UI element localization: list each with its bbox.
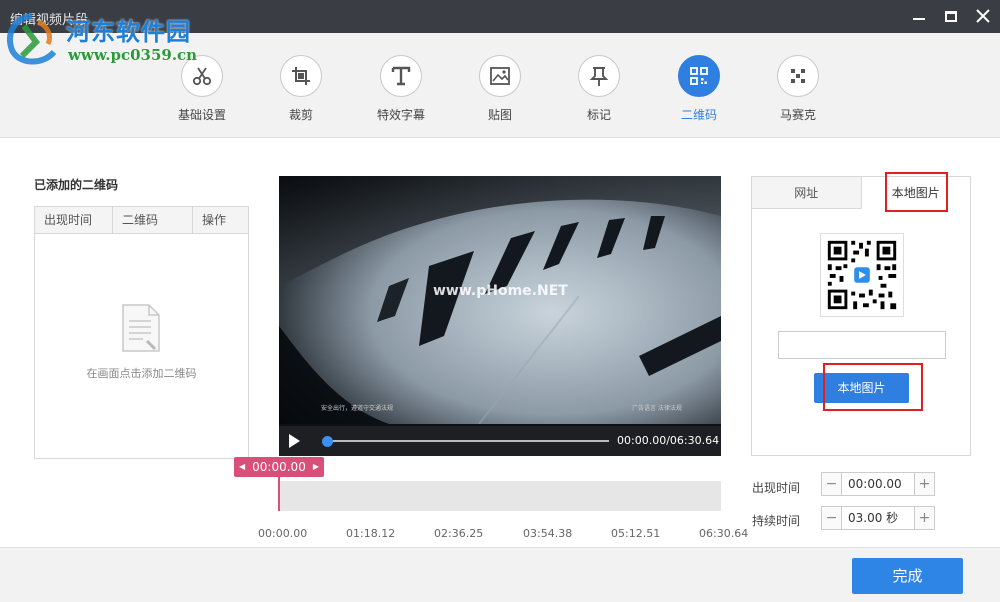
tool-marker[interactable]: 标记 <box>559 55 639 135</box>
column-appear-time: 出现时间 <box>35 207 113 233</box>
maximize-icon <box>945 10 957 22</box>
duration-decrement-button[interactable]: − <box>822 507 842 529</box>
tool-basic-settings-circle <box>181 55 223 97</box>
image-icon <box>490 67 510 85</box>
tool-marker-circle <box>578 55 620 97</box>
close-icon <box>976 9 990 23</box>
added-qrcodes-table: 出现时间 二维码 操作 在画面点击添加二维码 <box>34 206 249 459</box>
duration-value[interactable]: 03.00 秒 <box>842 507 914 529</box>
playback-controls: 00:00.00/06:30.64 <box>279 426 721 456</box>
scissors-icon <box>192 67 212 86</box>
tool-crop-circle <box>280 55 322 97</box>
source-tabs: 网址 本地图片 <box>752 177 970 209</box>
qrcode-icon <box>690 67 708 85</box>
timeline-marker[interactable]: ◀ 00:00.00 ▶ <box>234 457 324 477</box>
tool-crop[interactable]: 裁剪 <box>261 55 341 135</box>
empty-document-icon <box>122 304 160 352</box>
minimize-icon <box>913 18 925 20</box>
appear-time-stepper: − 00:00.00 + <box>821 472 935 496</box>
video-caption-right: 广告语言 法律法规 <box>632 405 682 412</box>
column-actions: 操作 <box>202 213 227 227</box>
empty-hint: 在画面点击添加二维码 <box>86 367 197 380</box>
title-bar: 编辑视频片段 <box>0 0 1000 33</box>
video-frame <box>279 176 721 424</box>
tool-qrcode-circle <box>678 55 720 97</box>
tool-subtitles[interactable]: 特效字幕 <box>361 55 441 135</box>
timeline-tick: 02:36.25 <box>434 527 484 540</box>
timeline-tick: 00:00.00 <box>258 527 308 540</box>
playback-progress-knob[interactable] <box>322 436 333 447</box>
qrcode-source-panel: 网址 本地图片 本地图片 <box>751 176 971 456</box>
text-icon <box>391 66 411 86</box>
timeline-tick: 01:18.12 <box>346 527 396 540</box>
timeline-tick: 03:54.38 <box>523 527 573 540</box>
tab-local-image[interactable]: 本地图片 <box>860 177 970 209</box>
appear-time-value[interactable]: 00:00.00 <box>842 473 914 495</box>
done-button[interactable]: 完成 <box>852 558 963 594</box>
minimize-button[interactable] <box>906 4 932 28</box>
select-local-image-button[interactable]: 本地图片 <box>814 373 909 403</box>
tool-label: 标记 <box>586 108 611 122</box>
tool-label: 马赛克 <box>779 108 816 122</box>
column-qrcode: 二维码 <box>113 207 193 233</box>
editing-toolbar: 基础设置 裁剪 特效字幕 贴图 标记 二维码 马赛克 <box>0 33 1000 138</box>
marker-right-arrow-icon[interactable]: ▶ <box>313 457 319 477</box>
playback-progress-track[interactable] <box>327 440 609 442</box>
tool-sticker-circle <box>479 55 521 97</box>
tool-basic-settings[interactable]: 基础设置 <box>162 55 242 135</box>
appear-time-label: 出现时间 <box>752 481 801 495</box>
pin-icon <box>589 67 609 86</box>
added-qrcodes-title: 已添加的二维码 <box>34 178 119 192</box>
video-watermark: www.pHome.NET <box>433 283 568 299</box>
table-header: 出现时间 二维码 操作 <box>35 207 248 234</box>
tool-mosaic-circle <box>777 55 819 97</box>
play-button[interactable] <box>289 434 300 448</box>
tool-label: 贴图 <box>487 108 512 122</box>
playback-time: 00:00.00/06:30.64 <box>617 434 720 447</box>
duration-label: 持续时间 <box>752 514 801 528</box>
tool-subtitles-circle <box>380 55 422 97</box>
window-title: 编辑视频片段 <box>10 13 89 28</box>
video-caption-left: 安全出行，遵道守交通法规 <box>321 405 394 412</box>
qrcode-preview-image <box>820 233 904 317</box>
maximize-button[interactable] <box>938 4 964 28</box>
tool-sticker[interactable]: 贴图 <box>460 55 540 135</box>
timeline-tick: 05:12.51 <box>611 527 661 540</box>
tool-mosaic[interactable]: 马赛克 <box>758 55 838 135</box>
tool-qrcode[interactable]: 二维码 <box>659 55 739 135</box>
duration-increment-button[interactable]: + <box>914 507 934 529</box>
mosaic-icon <box>791 69 805 83</box>
tab-url[interactable]: 网址 <box>752 177 861 208</box>
image-path-input[interactable] <box>778 331 946 359</box>
duration-stepper: − 03.00 秒 + <box>821 506 935 530</box>
footer-bar: 完成 <box>0 547 1000 602</box>
tool-label: 基础设置 <box>177 108 226 122</box>
appear-time-decrement-button[interactable]: − <box>822 473 842 495</box>
marker-time: 00:00.00 <box>252 460 306 474</box>
crop-icon <box>292 67 310 85</box>
appear-time-increment-button[interactable]: + <box>914 473 934 495</box>
video-preview[interactable]: www.pHome.NET 安全出行，遵道守交通法规 广告语言 法律法规 00:… <box>279 176 721 456</box>
timeline-track[interactable] <box>280 481 721 511</box>
timeline-tick: 06:30.64 <box>699 527 749 540</box>
tool-label: 裁剪 <box>288 108 313 122</box>
tool-label: 特效字幕 <box>376 108 425 122</box>
marker-left-arrow-icon[interactable]: ◀ <box>239 457 245 477</box>
tool-label: 二维码 <box>680 108 717 122</box>
close-button[interactable] <box>970 4 996 28</box>
